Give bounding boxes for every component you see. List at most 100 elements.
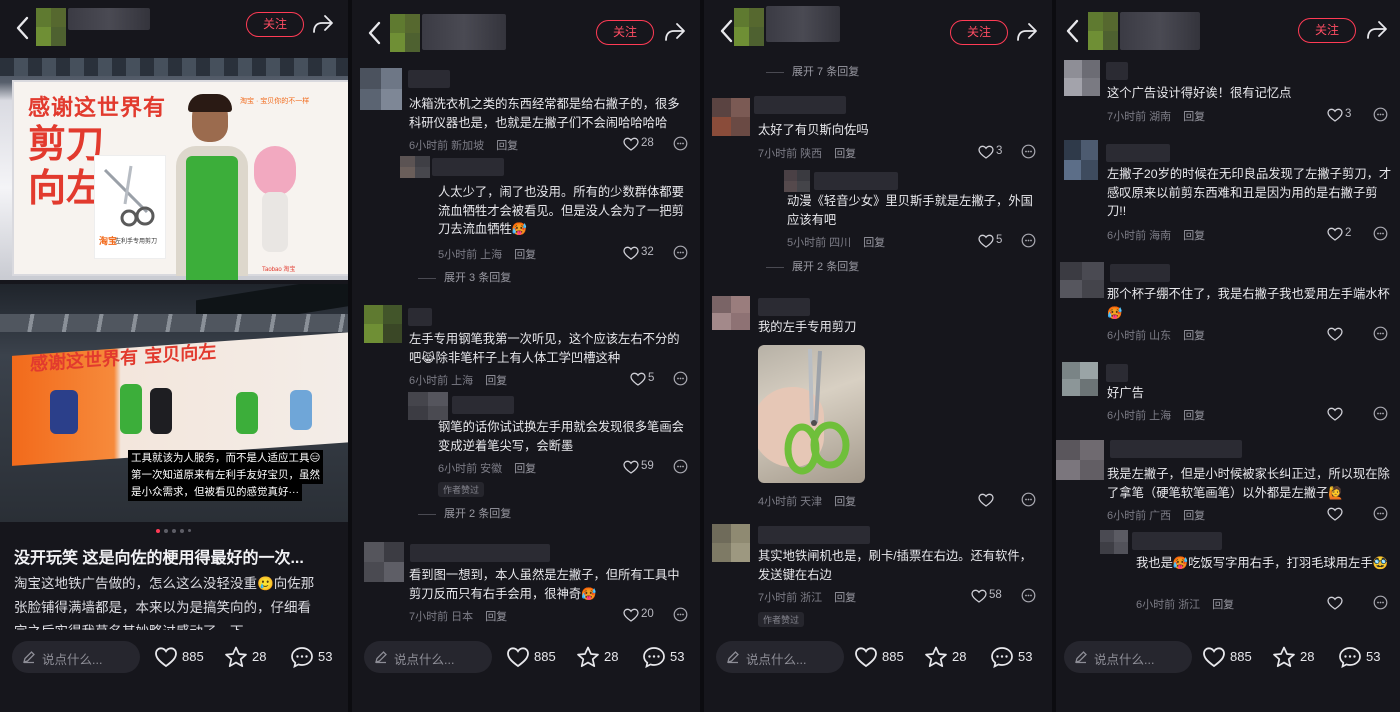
comment-input[interactable]: 说点什么...	[716, 641, 844, 673]
like-icon[interactable]	[623, 608, 639, 622]
follow-button[interactable]: 关注	[596, 20, 654, 45]
like-icon[interactable]	[971, 589, 987, 603]
reply-button[interactable]: 回复	[485, 375, 507, 387]
author-avatar[interactable]	[1088, 12, 1118, 50]
commenter-name[interactable]	[1106, 364, 1128, 382]
reply-button[interactable]: 回复	[1183, 111, 1205, 123]
like-icon[interactable]	[1327, 227, 1343, 241]
comment-icon[interactable]	[1338, 646, 1362, 668]
reply-icon[interactable]	[1021, 144, 1036, 159]
share-icon[interactable]	[1016, 22, 1038, 42]
reply-icon[interactable]	[673, 459, 688, 474]
reply-button[interactable]: 回复	[1183, 510, 1205, 522]
commenter-name[interactable]	[408, 70, 450, 88]
like-icon[interactable]	[1327, 407, 1343, 421]
commenter-name[interactable]	[1106, 62, 1128, 80]
author-avatar[interactable]	[390, 14, 420, 52]
comment-icon[interactable]	[290, 646, 314, 668]
like-icon[interactable]	[978, 234, 994, 248]
commenter-name[interactable]	[1132, 532, 1222, 550]
like-icon[interactable]	[1327, 108, 1343, 122]
share-icon[interactable]	[1366, 20, 1388, 40]
reply-icon[interactable]	[1373, 506, 1388, 521]
reply-icon[interactable]	[1373, 107, 1388, 122]
author-name[interactable]	[766, 6, 840, 42]
reply-button[interactable]: 回复	[1183, 330, 1205, 342]
like-icon[interactable]	[623, 246, 639, 260]
like-icon[interactable]	[978, 145, 994, 159]
author-avatar[interactable]	[36, 8, 66, 46]
author-name[interactable]	[422, 14, 506, 50]
commenter-avatar[interactable]	[360, 68, 402, 110]
commenter-avatar[interactable]	[1060, 262, 1104, 298]
reply-button[interactable]: 回复	[834, 148, 856, 160]
reply-button[interactable]: 回复	[496, 140, 518, 152]
reply-icon[interactable]	[673, 245, 688, 260]
comment-icon[interactable]	[642, 646, 666, 668]
reply-icon[interactable]	[1373, 595, 1388, 610]
commenter-avatar[interactable]	[784, 170, 810, 192]
commenter-avatar[interactable]	[1100, 530, 1128, 554]
like-icon[interactable]	[630, 372, 646, 386]
follow-button[interactable]: 关注	[1298, 18, 1356, 43]
like-icon[interactable]	[506, 646, 530, 668]
like-icon[interactable]	[623, 137, 639, 151]
commenter-name[interactable]	[1110, 264, 1170, 282]
expand-replies[interactable]: 展开 7 条回复	[766, 63, 859, 79]
commenter-avatar[interactable]	[364, 305, 402, 343]
commenter-avatar[interactable]	[400, 156, 430, 178]
reply-button[interactable]: 回复	[1183, 410, 1205, 422]
share-icon[interactable]	[664, 22, 686, 42]
commenter-name[interactable]	[1106, 144, 1170, 162]
reply-icon[interactable]	[1373, 226, 1388, 241]
reply-icon[interactable]	[1373, 326, 1388, 341]
share-icon[interactable]	[312, 14, 334, 34]
like-icon[interactable]	[1327, 596, 1343, 610]
back-icon[interactable]	[14, 15, 32, 41]
author-name[interactable]	[68, 8, 150, 30]
reply-button[interactable]: 回复	[834, 496, 856, 508]
like-icon[interactable]	[854, 646, 878, 668]
star-icon[interactable]	[576, 646, 600, 668]
author-name[interactable]	[1120, 12, 1200, 50]
expand-replies[interactable]: 展开 2 条回复	[766, 258, 859, 274]
comment-input[interactable]: 说点什么...	[364, 641, 492, 673]
commenter-avatar[interactable]	[712, 98, 750, 136]
star-icon[interactable]	[224, 646, 248, 668]
like-icon[interactable]	[623, 460, 639, 474]
comment-icon[interactable]	[990, 646, 1014, 668]
reply-icon[interactable]	[1021, 492, 1036, 507]
reply-icon[interactable]	[673, 136, 688, 151]
commenter-avatar[interactable]	[364, 542, 404, 582]
reply-button[interactable]: 回复	[514, 463, 536, 475]
follow-button[interactable]: 关注	[246, 12, 304, 37]
commenter-name[interactable]	[408, 308, 432, 326]
reply-button[interactable]: 回复	[1212, 599, 1234, 611]
follow-button[interactable]: 关注	[950, 20, 1008, 45]
like-icon[interactable]	[1202, 646, 1226, 668]
expand-replies[interactable]: 展开 3 条回复	[418, 269, 511, 285]
commenter-name[interactable]	[452, 396, 514, 414]
commenter-avatar[interactable]	[1056, 440, 1104, 480]
commenter-avatar[interactable]	[712, 524, 750, 562]
reply-button[interactable]: 回复	[485, 611, 507, 623]
image-page-indicator[interactable]	[156, 529, 196, 535]
author-avatar[interactable]	[734, 8, 764, 46]
commenter-avatar[interactable]	[1062, 362, 1098, 396]
commenter-name[interactable]	[758, 298, 810, 316]
comment-photo-scissors[interactable]	[758, 345, 865, 483]
reply-icon[interactable]	[1021, 588, 1036, 603]
reply-button[interactable]: 回复	[834, 592, 856, 604]
back-icon[interactable]	[366, 20, 384, 46]
reply-button[interactable]: 回复	[863, 237, 885, 249]
commenter-avatar[interactable]	[1064, 60, 1100, 96]
like-icon[interactable]	[154, 646, 178, 668]
comment-input[interactable]: 说点什么...	[1064, 641, 1192, 673]
commenter-avatar[interactable]	[712, 296, 750, 330]
expand-replies[interactable]: 展开 2 条回复	[418, 505, 511, 521]
commenter-avatar[interactable]	[408, 392, 448, 420]
commenter-name[interactable]	[1110, 440, 1242, 458]
commenter-name[interactable]	[814, 172, 898, 190]
like-icon[interactable]	[1327, 327, 1343, 341]
star-icon[interactable]	[1272, 646, 1296, 668]
